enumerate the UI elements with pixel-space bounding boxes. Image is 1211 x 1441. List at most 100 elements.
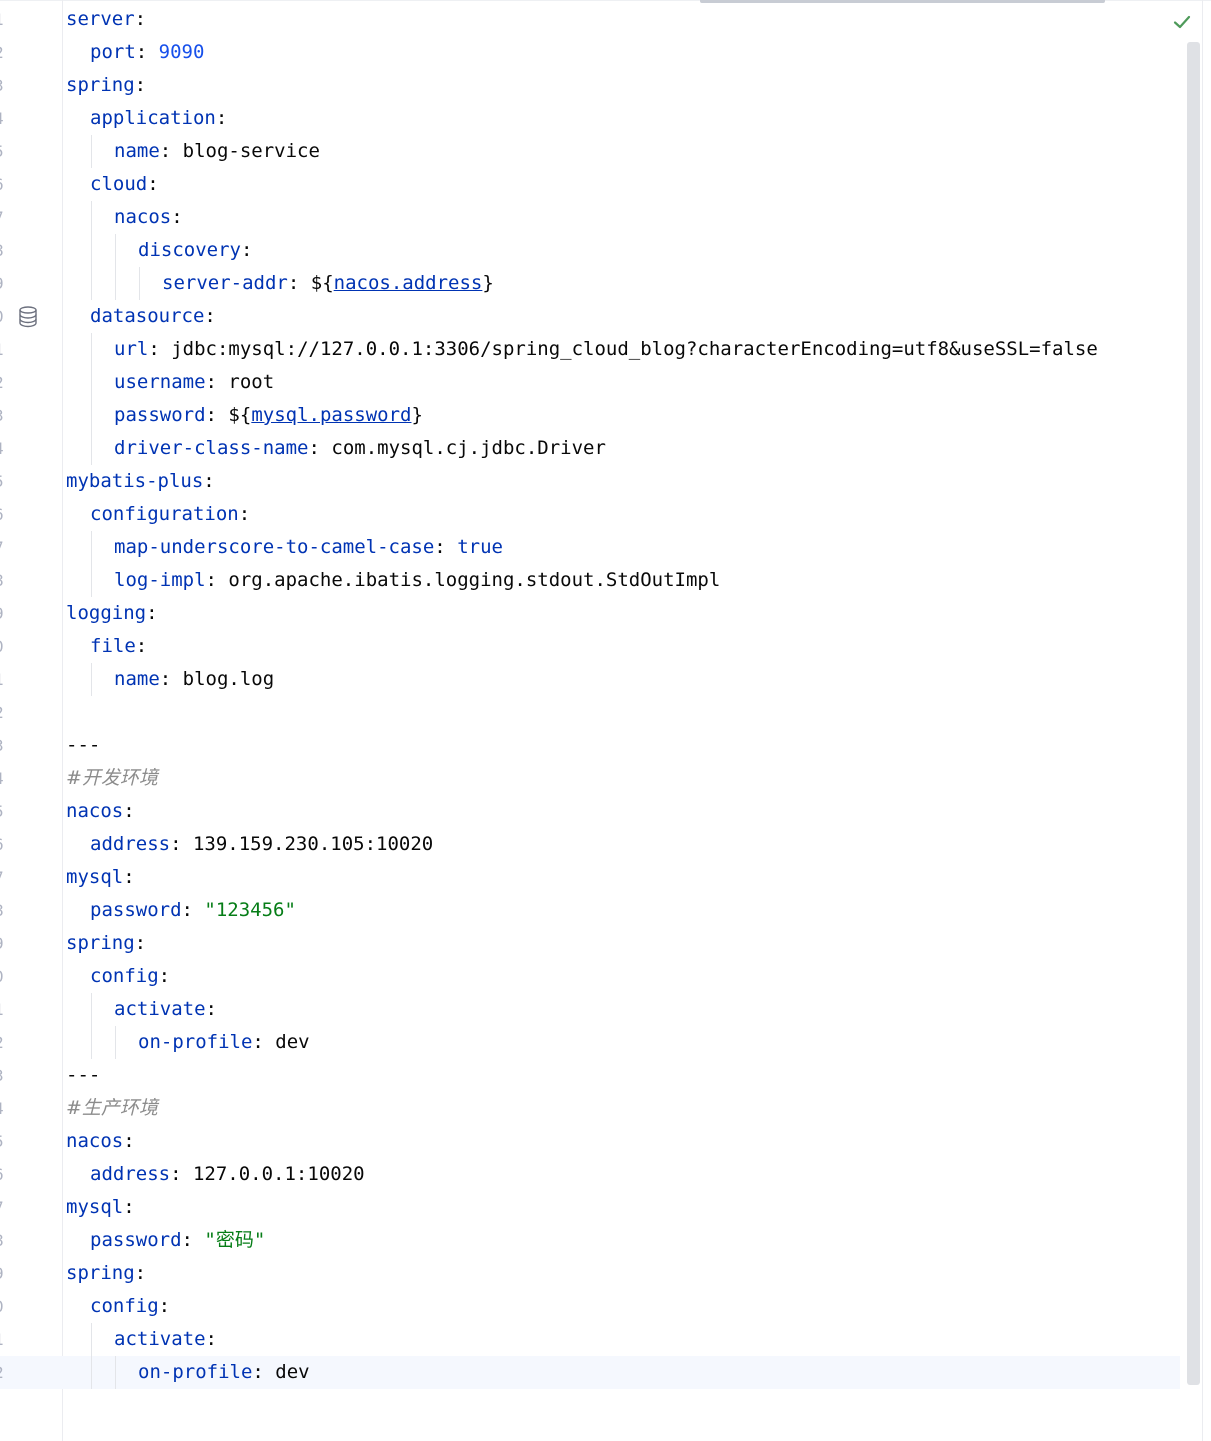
database-icon[interactable] [18,306,38,328]
yaml-key: name [114,140,160,162]
indent-guide [91,663,92,696]
code-line[interactable]: 5 mybatis-plus: [0,465,1180,498]
indent-guide [91,1356,92,1389]
line-number: 9 [0,267,12,300]
yaml-separator: : [135,41,148,63]
indent-guide [91,234,92,267]
placeholder-open: ${ [310,272,334,294]
yaml-separator: : [134,74,147,96]
code-line[interactable]: 9 logging: [0,597,1180,630]
code-line[interactable]: 4 #生产环境 [0,1092,1180,1125]
code-content: datasource: [90,300,216,333]
indent-guide [91,366,92,399]
yaml-value: --- [66,1064,101,1086]
code-line[interactable]: 9 spring: [0,1257,1180,1290]
code-line[interactable]: 2 on-profile: dev [0,1356,1180,1389]
line-number: 2 [0,1356,12,1389]
code-content: config: [90,1290,170,1323]
code-line[interactable]: 6 address: 127.0.0.1:10020 [0,1158,1180,1191]
yaml-key: discovery [138,239,241,261]
code-line[interactable]: 4 application: [0,102,1180,135]
yaml-separator: : [158,1295,171,1317]
code-line[interactable]: 0 config: [0,1290,1180,1323]
code-line[interactable]: 2 [0,696,1180,729]
yaml-key: password [114,404,206,426]
code-line[interactable]: 1 url: jdbc:mysql://127.0.0.1:3306/spring… [0,333,1180,366]
line-number: 3 [0,399,12,432]
yaml-separator: : [123,1130,135,1152]
line-number: 7 [0,201,12,234]
code-line[interactable]: 7 mysql: [0,861,1180,894]
placeholder-open: ${ [228,404,252,426]
yaml-separator: : [134,932,147,954]
code-line[interactable]: 5 nacos: [0,1125,1180,1158]
code-content: url: jdbc:mysql://127.0.0.1:3306/spring_… [114,333,1098,366]
yaml-key: password [90,899,182,921]
editor-right-border [1202,0,1203,1441]
code-line[interactable]: 8 password: "123456" [0,894,1180,927]
yaml-key: config [90,965,159,987]
code-line[interactable]: 3 --- [0,1059,1180,1092]
code-line[interactable]: 9 server-addr: ${nacos.address} [0,267,1180,300]
indent-guide [91,531,92,564]
property-reference-link[interactable]: mysql.password [251,404,411,426]
yaml-key: file [90,635,136,657]
code-line[interactable]: 8 discovery: [0,234,1180,267]
code-line[interactable]: 4 #开发环境 [0,762,1180,795]
code-line[interactable]: 5 nacos: [0,795,1180,828]
code-line[interactable]: 9 spring: [0,927,1180,960]
code-line[interactable]: 3 spring: [0,69,1180,102]
code-line[interactable]: 1 name: blog.log [0,663,1180,696]
code-line[interactable]: 2 port: 9090 [0,36,1180,69]
code-line[interactable]: 1 server: [0,3,1180,36]
code-line[interactable]: 0 datasource: [0,300,1180,333]
code-line[interactable]: 4 driver-class-name: com.mysql.cj.jdbc.Dr… [0,432,1180,465]
code-content: name: blog-service [114,135,320,168]
code-content: logging: [66,597,158,630]
code-line[interactable]: 3 --- [0,729,1180,762]
code-line[interactable]: 5 name: blog-service [0,135,1180,168]
yaml-separator: : [170,833,182,855]
line-number: 8 [0,1224,12,1257]
yaml-separator: : [134,1262,147,1284]
code-line[interactable]: 0 file: [0,630,1180,663]
code-content: password: "密码" [90,1224,265,1257]
code-line[interactable]: 8 password: "密码" [0,1224,1180,1257]
code-line[interactable]: 6 cloud: [0,168,1180,201]
code-line[interactable]: 2 username: root [0,366,1180,399]
indent-guide [91,1323,92,1356]
code-line[interactable]: 1 activate: [0,993,1180,1026]
line-number: 1 [0,333,12,366]
yaml-separator: : [134,8,147,30]
yaml-comment: #开发环境 [66,767,158,789]
line-number: 5 [0,465,12,498]
code-line[interactable]: 6 address: 139.159.230.105:10020 [0,828,1180,861]
yaml-key: on-profile [138,1031,253,1053]
line-number: 3 [0,1059,12,1092]
indent-guide [115,1026,116,1059]
code-line[interactable]: 3 password: ${mysql.password} [0,399,1180,432]
yaml-separator: : [159,140,172,162]
yaml-separator: : [171,206,183,228]
vertical-scrollbar[interactable] [1187,42,1200,1385]
code-line[interactable]: 6 configuration: [0,498,1180,531]
code-line[interactable]: 8 log-impl: org.apache.ibatis.logging.std… [0,564,1180,597]
code-line[interactable]: 7 mysql: [0,1191,1180,1224]
yaml-key: mysql [66,1196,124,1218]
code-line[interactable]: 7 nacos: [0,201,1180,234]
code-line[interactable]: 7 map-underscore-to-camel-case: true [0,531,1180,564]
line-number: 7 [0,861,12,894]
yaml-separator: : [434,536,446,558]
code-line[interactable]: 1 activate: [0,1323,1180,1356]
yaml-key: server-addr [162,272,288,294]
code-content: server-addr: ${nacos.address} [162,267,494,300]
property-reference-link[interactable]: nacos.address [334,272,483,294]
code-content: mysql: [66,861,135,894]
code-content: activate: [114,993,217,1026]
indent-guide [91,267,92,300]
code-line[interactable]: 0 config: [0,960,1180,993]
code-line[interactable]: 2 on-profile: dev [0,1026,1180,1059]
indent-guide [115,1356,116,1389]
code-editor[interactable]: 1server:2port: 90903spring:4application:… [0,0,1211,1441]
code-content: password: ${mysql.password} [114,399,423,432]
